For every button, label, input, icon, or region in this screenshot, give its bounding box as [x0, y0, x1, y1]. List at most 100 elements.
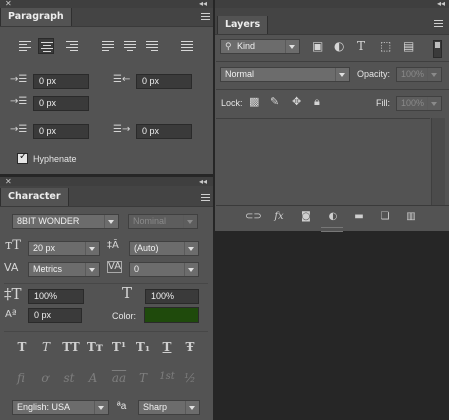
- tab-layers[interactable]: Layers: [217, 16, 269, 34]
- kerning-value: Metrics: [33, 264, 62, 274]
- chevron-down-icon: [94, 401, 108, 414]
- search-icon: ⚲: [225, 41, 232, 51]
- opacity-field[interactable]: 100%: [396, 67, 442, 82]
- lock-position-move-icon[interactable]: ✥: [292, 95, 301, 109]
- fill-field[interactable]: 100%: [396, 96, 442, 111]
- layers-panel-strip: ◂◂: [215, 0, 449, 8]
- add-mask-icon[interactable]: ◙: [299, 211, 313, 222]
- filter-toggle-switch[interactable]: [433, 40, 442, 58]
- standard-ligatures-button[interactable]: fi: [12, 371, 30, 385]
- superscript-button[interactable]: T¹: [109, 340, 129, 354]
- panel-menu-icon[interactable]: [198, 194, 210, 202]
- lock-all-icon[interactable]: 🔒︎: [314, 95, 320, 109]
- strikethrough-button[interactable]: Ŧ: [181, 340, 199, 354]
- close-panel-icon[interactable]: ✕: [5, 178, 12, 186]
- justify-last-left-icon: [102, 40, 114, 52]
- font-family-dropdown[interactable]: 8BIT WONDER: [12, 214, 119, 229]
- indent-left-icon: →☰: [10, 74, 28, 85]
- lock-transparent-icon[interactable]: ▩: [249, 95, 259, 109]
- collapse-panel-icon[interactable]: ◂◂: [199, 0, 207, 8]
- panel-menu-icon[interactable]: [198, 13, 210, 21]
- vertical-scale-icon: ‡T: [4, 285, 22, 303]
- faux-italic-button[interactable]: T: [37, 340, 55, 354]
- collapse-panel-icon[interactable]: ◂◂: [437, 0, 445, 8]
- font-size-value: 20 px: [33, 243, 56, 253]
- small-caps-button[interactable]: Tт: [85, 340, 105, 354]
- space-before-field[interactable]: 0 px: [33, 124, 89, 139]
- underline-button[interactable]: T: [158, 340, 176, 354]
- font-size-icon: тT: [5, 238, 21, 253]
- swash-button[interactable]: A: [84, 371, 102, 385]
- justify-all-button[interactable]: [179, 38, 195, 54]
- justify-last-left-button[interactable]: [100, 38, 116, 54]
- baseline-shift-field[interactable]: 0 px: [28, 308, 82, 323]
- adjustment-filter-icon[interactable]: ◐: [334, 39, 344, 53]
- chevron-down-icon: [285, 40, 299, 53]
- layers-scrollbar[interactable]: [431, 118, 445, 205]
- resize-grip-icon[interactable]: [321, 227, 343, 232]
- link-layers-icon[interactable]: ⊂⊃: [245, 211, 262, 222]
- lock-label: Lock:: [221, 98, 243, 108]
- font-size-dropdown[interactable]: 20 px: [28, 241, 100, 256]
- discretionary-ligatures-button[interactable]: st: [60, 371, 78, 385]
- opacity-value: 100%: [401, 69, 425, 79]
- smart-object-filter-icon[interactable]: ▤: [403, 39, 414, 53]
- align-right-button[interactable]: [64, 38, 80, 54]
- chevron-down-icon: [85, 242, 99, 255]
- new-adjustment-layer-icon[interactable]: ◐: [326, 211, 340, 222]
- align-left-button[interactable]: [17, 38, 33, 54]
- lock-image-brush-icon[interactable]: ✎: [270, 95, 279, 109]
- subscript-button[interactable]: T₁: [133, 340, 153, 354]
- kerning-icon: VA: [4, 261, 19, 274]
- character-panel-strip: ✕ ◂◂: [0, 177, 213, 186]
- justify-last-right-icon: [146, 40, 158, 52]
- justify-last-center-icon: [124, 40, 136, 52]
- antialias-icon: ªa: [117, 401, 127, 412]
- antialias-dropdown[interactable]: Sharp: [138, 400, 200, 415]
- hyphenate-label: Hyphenate: [33, 154, 77, 164]
- titling-alternates-button[interactable]: T: [134, 371, 152, 385]
- pixel-filter-icon[interactable]: ▣: [312, 39, 323, 53]
- font-style-dropdown[interactable]: Nominal: [128, 214, 198, 229]
- layers-tabbar: Layers: [215, 8, 449, 35]
- fx-icon[interactable]: fx: [272, 211, 286, 222]
- vertical-scale-field[interactable]: 100%: [28, 289, 84, 304]
- kerning-dropdown[interactable]: Metrics: [28, 262, 100, 277]
- stylistic-alternates-button[interactable]: aa: [108, 371, 130, 385]
- contextual-alternates-button[interactable]: ơ: [36, 371, 54, 385]
- tab-paragraph[interactable]: Paragraph: [0, 8, 72, 26]
- space-after-icon: ☰→: [113, 124, 131, 135]
- checkmark-icon: ✓: [19, 151, 28, 162]
- indent-left-field[interactable]: 0 px: [33, 74, 89, 89]
- hyphenate-checkbox[interactable]: ✓: [17, 151, 28, 164]
- horizontal-scale-field[interactable]: 100%: [145, 289, 199, 304]
- shape-filter-icon[interactable]: ⬚: [380, 39, 391, 53]
- filter-kind-dropdown[interactable]: ⚲ Kind: [220, 39, 300, 54]
- ordinals-button[interactable]: 1st: [156, 371, 178, 382]
- indent-right-field[interactable]: 0 px: [136, 74, 192, 89]
- language-dropdown[interactable]: English: USA: [12, 400, 109, 415]
- fractions-button[interactable]: ½: [181, 371, 199, 385]
- close-panel-icon[interactable]: ✕: [5, 0, 12, 8]
- tracking-dropdown[interactable]: 0: [129, 262, 199, 277]
- align-center-button[interactable]: [38, 38, 54, 54]
- color-swatch[interactable]: [144, 307, 199, 323]
- panel-menu-icon[interactable]: [431, 20, 443, 28]
- indent-first-line-field[interactable]: 0 px: [33, 96, 89, 111]
- type-filter-icon[interactable]: T: [357, 39, 365, 53]
- blend-mode-value: Normal: [225, 69, 255, 79]
- justify-last-center-button[interactable]: [122, 38, 138, 54]
- faux-bold-button[interactable]: T: [13, 340, 31, 354]
- delete-layer-trash-icon[interactable]: ▥: [404, 211, 418, 222]
- tab-character[interactable]: Character: [0, 188, 69, 206]
- leading-dropdown[interactable]: (Auto): [129, 241, 199, 256]
- justify-last-right-button[interactable]: [144, 38, 160, 54]
- align-center-icon: [41, 41, 53, 53]
- blend-mode-dropdown[interactable]: Normal: [220, 67, 350, 82]
- collapse-panel-icon[interactable]: ◂◂: [199, 178, 207, 186]
- new-group-folder-icon[interactable]: ▬: [352, 211, 366, 222]
- layers-list[interactable]: [216, 118, 430, 206]
- space-after-field[interactable]: 0 px: [136, 124, 192, 139]
- all-caps-button[interactable]: TT: [60, 340, 82, 354]
- new-layer-icon[interactable]: ❏: [378, 211, 392, 222]
